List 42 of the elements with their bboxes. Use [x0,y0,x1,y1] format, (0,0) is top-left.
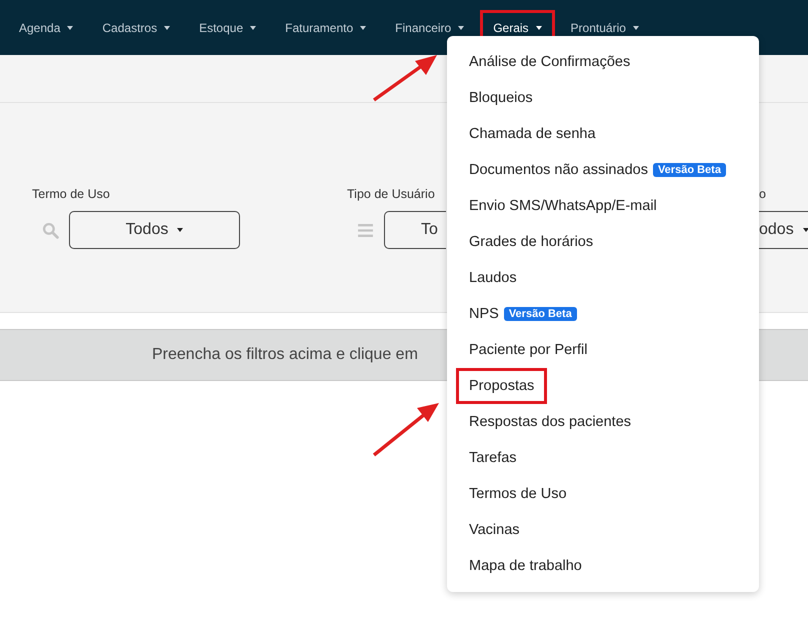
filter-dropdown[interactable]: To [384,211,446,249]
caret-icon [632,26,639,30]
beta-badge: Versão Beta [504,307,577,321]
menu-item[interactable]: Grades de horários [456,224,606,260]
caret-icon [67,26,74,30]
nav-menu-item[interactable]: Cadastros [89,10,184,46]
menu-item[interactable]: Termos de Uso [456,476,580,512]
nav-menu-item[interactable]: Prontuário [558,10,652,46]
nav-menu-item[interactable]: Estoque [186,10,270,46]
filter-label: Tipo de Usuário [347,187,436,203]
menu-item[interactable]: Envio SMS/WhatsApp/E-mail [456,188,670,224]
caret-icon [536,26,542,30]
nav-menu-item[interactable]: Faturamento [272,10,380,46]
menu-item[interactable]: Documentos não assinados Versão Beta [456,152,739,188]
menu-item[interactable]: Mapa de trabalho [456,548,595,584]
filter-dropdown[interactable]: Todos [69,211,240,249]
menu-item[interactable]: NPS Versão Beta [456,296,590,332]
caret-icon [360,26,366,30]
nav-menu-item[interactable]: Financeiro [382,10,478,46]
menu-item[interactable]: Paciente por Perfil [456,332,600,368]
caret-icon [164,26,170,30]
message-text: Preencha os filtros acima e clique em [152,346,418,364]
menu-item[interactable]: Laudos [456,260,530,296]
caret-icon [802,228,808,232]
menu-item[interactable]: Propostas [456,368,548,404]
beta-badge: Versão Beta [652,163,726,177]
caret-icon [177,228,184,232]
caret-icon [458,26,464,30]
annotation-arrow [371,400,441,458]
caret-icon [250,26,256,30]
search-icon [42,222,59,238]
filter-label: o [759,187,767,203]
menu-item[interactable]: Chamada de senha [456,116,609,152]
filter-label: Termo de Uso [32,187,111,203]
filter-dropdown[interactable]: odos [759,211,808,249]
menu-item[interactable]: Bloqueios [456,80,546,116]
menu-item[interactable]: Respostas dos pacientes [456,404,644,440]
nav-menu-item[interactable]: Agenda [6,10,86,46]
menu-item[interactable]: Vacinas [456,512,533,548]
menu-item[interactable]: Tarefas [456,440,530,476]
menu-item[interactable]: Análise de Confirmações [456,44,644,80]
list-icon [357,222,374,238]
